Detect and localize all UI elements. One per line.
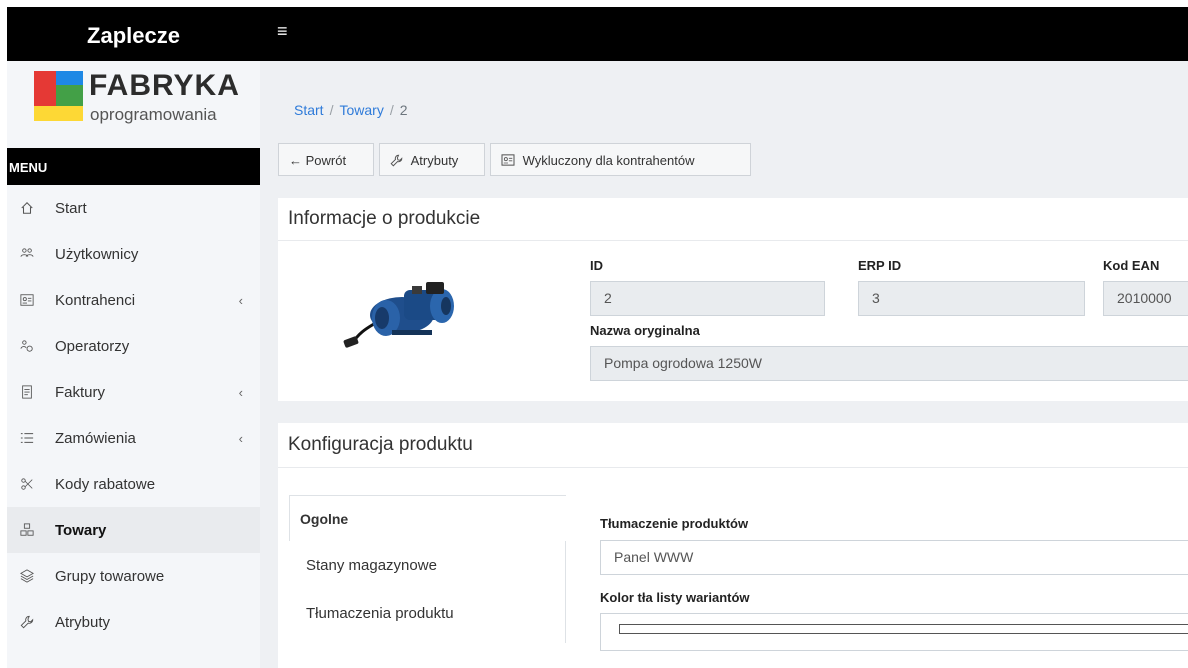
- logo-title: FABRYKA: [89, 69, 240, 102]
- id-card-icon: [501, 153, 519, 168]
- logo-subtitle: oprogramowania: [90, 105, 217, 124]
- wrench-icon: [20, 615, 34, 629]
- sidebar-item-label: Operatorzy: [55, 337, 130, 355]
- tab-stock[interactable]: Stany magazynowe: [289, 557, 583, 574]
- product-config-card: Konfiguracja produktu Ogolne Stany magaz…: [278, 423, 1188, 668]
- translation-select[interactable]: Panel WWW: [600, 540, 1188, 575]
- ean-field[interactable]: 2010000: [1103, 281, 1188, 316]
- sidebar-item-label: Atrybuty: [55, 613, 111, 631]
- boxes-icon: [20, 523, 34, 537]
- users-icon: [20, 247, 34, 261]
- sidebar-item-label: Użytkownicy: [55, 245, 139, 263]
- operators-icon: [20, 339, 34, 353]
- truncated-page-heading: [0, 0, 1188, 7]
- sidebar-item-label: Zamówienia: [55, 429, 136, 447]
- sidebar-item-operatorzy[interactable]: Operatorzy: [7, 323, 260, 369]
- sidebar-item-zamówienia[interactable]: Zamówienia ‹: [7, 415, 260, 461]
- tab-general[interactable]: Ogolne: [289, 495, 566, 541]
- sidebar-item-label: Grupy towarowe: [55, 567, 165, 585]
- list-icon: [20, 431, 34, 445]
- sidebar-item-faktury[interactable]: Faktury ‹: [7, 369, 260, 415]
- breadcrumb-start-link[interactable]: Start: [294, 102, 324, 118]
- breadcrumb: Start / Towary/2: [294, 102, 408, 118]
- erp-id-field[interactable]: 3: [858, 281, 1085, 316]
- original-name-label: Nazwa oryginalna: [590, 323, 700, 338]
- product-config-title: Konfiguracja produktu: [278, 423, 1188, 468]
- chevron-left-icon[interactable]: ‹: [239, 385, 243, 400]
- id-field[interactable]: 2: [590, 281, 825, 316]
- company-logo: FABRYKA oprogramowania: [7, 61, 260, 148]
- chevron-left-icon[interactable]: ‹: [239, 431, 243, 446]
- sidebar-brand[interactable]: Zaplecze: [7, 7, 260, 61]
- layers-icon: [20, 569, 34, 583]
- sidebar-nav: Start Użytkownicy Kontrahenci ‹ Operatorzy Fa…: [7, 185, 260, 645]
- scissors-icon: [20, 477, 34, 491]
- variant-color-label: Kolor tła listy wariantów: [600, 590, 750, 605]
- invoice-icon: [20, 385, 34, 399]
- attributes-button[interactable]: Atrybuty: [379, 143, 485, 176]
- sidebar-item-label: Towary: [55, 521, 107, 539]
- ean-label: Kod EAN: [1103, 258, 1160, 273]
- excluded-for-contractors-button[interactable]: Wykluczony dla kontrahentów: [490, 143, 751, 176]
- sidebar-item-label: Faktury: [55, 383, 106, 401]
- back-button[interactable]: ← Powrót: [278, 143, 374, 176]
- hamburger-menu-icon[interactable]: ≡: [277, 21, 288, 42]
- sidebar-item-kontrahenci[interactable]: Kontrahenci ‹: [7, 277, 260, 323]
- sidebar-item-label: Start: [55, 199, 87, 217]
- chevron-left-icon[interactable]: ‹: [239, 293, 243, 308]
- top-navbar: ≡: [260, 7, 1188, 61]
- tab-translations[interactable]: Tłumaczenia produktu: [289, 605, 583, 622]
- sidebar-item-start[interactable]: Start: [7, 185, 260, 231]
- erp-id-label: ERP ID: [858, 258, 902, 273]
- sidebar-item-grupy-towarowe[interactable]: Grupy towarowe: [7, 553, 260, 599]
- sidebar-item-kody-rabatowe[interactable]: Kody rabatowe: [7, 461, 260, 507]
- sidebar-item-label: Kontrahenci: [55, 291, 136, 309]
- sidebar: Zaplecze FABRYKA oprogramowania MENU Sta…: [7, 7, 260, 668]
- id-label: ID: [590, 258, 603, 273]
- product-info-card: Informacje o produkcie ID 2 ERP ID 3 Kod…: [278, 198, 1188, 401]
- sidebar-item-atrybuty[interactable]: Atrybuty: [7, 599, 260, 645]
- breadcrumb-towary-link[interactable]: Towary: [339, 102, 383, 118]
- sidebar-item-użytkownicy[interactable]: Użytkownicy: [7, 231, 260, 277]
- breadcrumb-current: 2: [399, 102, 408, 118]
- sidebar-item-label: Kody rabatowe: [55, 475, 156, 493]
- wrench-icon: [390, 153, 407, 168]
- id-card-icon: [20, 293, 34, 307]
- translation-label: Tłumaczenie produktów: [600, 516, 749, 531]
- sidebar-item-towary[interactable]: Towary: [7, 507, 260, 553]
- home-icon: [20, 201, 34, 215]
- product-info-title: Informacje o produkcie: [278, 198, 1188, 241]
- menu-header: MENU: [7, 148, 260, 185]
- original-name-field[interactable]: Pompa ogrodowa 1250W: [590, 346, 1188, 381]
- product-image: [342, 260, 467, 350]
- main-content: Start / Towary/2 ← Powrót Atrybuty Wyklucz…: [260, 61, 1188, 668]
- color-swatch: [619, 624, 1188, 634]
- variant-color-picker[interactable]: [600, 613, 1188, 651]
